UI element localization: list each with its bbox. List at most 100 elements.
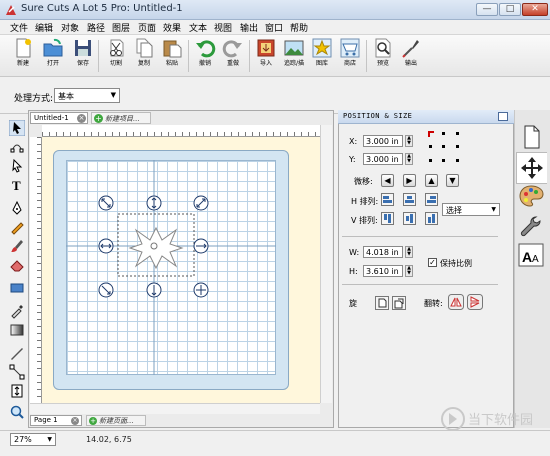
output-button[interactable]: 输出 — [398, 37, 424, 68]
align-right-icon[interactable] — [425, 193, 438, 206]
direct-select-icon[interactable] — [9, 158, 25, 174]
minimize-button[interactable]: — — [476, 3, 498, 16]
y-position-field[interactable]: 3.000 in — [363, 153, 403, 165]
document-tab[interactable]: Untitled-1 × — [30, 112, 88, 124]
rotate-handle-icon[interactable] — [98, 282, 114, 298]
scale-vertical-handle-icon[interactable] — [146, 195, 162, 211]
align-top-icon[interactable] — [381, 212, 394, 225]
redo-button[interactable]: 重做 — [220, 37, 246, 68]
scale-horizontal-handle-icon[interactable] — [193, 238, 209, 254]
flip-horizontal-icon[interactable] — [448, 294, 464, 310]
menu-view[interactable]: 视图 — [214, 21, 232, 34]
rotate-right-icon[interactable] — [392, 296, 406, 310]
anchor-dot[interactable] — [456, 132, 459, 135]
move-handle-icon[interactable] — [193, 282, 209, 298]
close-window-button[interactable]: ✕ — [522, 3, 548, 16]
close-page-icon[interactable]: × — [71, 417, 79, 425]
maximize-button[interactable]: □ — [499, 3, 521, 16]
save-button[interactable]: 保存 — [70, 37, 96, 68]
redo-arrow-icon — [222, 40, 242, 58]
weld-tool-icon[interactable] — [9, 383, 25, 399]
scale-vertical-handle-icon[interactable] — [146, 282, 162, 298]
menu-edit[interactable]: 编辑 — [35, 21, 53, 34]
menu-object[interactable]: 对象 — [61, 21, 79, 34]
menu-file[interactable]: 文件 — [10, 21, 28, 34]
pencil-tool-icon[interactable] — [9, 219, 25, 235]
nudge-right-button[interactable]: ▶ — [403, 174, 416, 187]
width-spinner[interactable]: ▲ ▼ — [405, 246, 413, 258]
close-tab-icon[interactable]: × — [77, 114, 86, 123]
anchor-dot[interactable] — [429, 159, 432, 162]
menu-page[interactable]: 页面 — [138, 21, 156, 34]
width-field[interactable]: 4.018 in — [363, 246, 403, 258]
magnifier-icon — [375, 38, 391, 58]
align-left-icon[interactable] — [381, 193, 394, 206]
document-page-icon[interactable] — [516, 122, 546, 152]
page-tab[interactable]: Page 1 × — [30, 415, 82, 426]
y-spinner[interactable]: ▲ ▼ — [405, 153, 413, 165]
menu-path[interactable]: 路径 — [87, 21, 105, 34]
shape-tool-icon[interactable] — [9, 280, 25, 296]
output-label: 输出 — [404, 60, 417, 67]
vertical-scrollbar[interactable] — [320, 125, 332, 403]
align-bottom-icon[interactable] — [425, 212, 438, 225]
selection-overlay[interactable] — [66, 160, 276, 375]
new-button[interactable]: 新建 — [10, 37, 36, 68]
nudge-up-button[interactable]: ▲ — [425, 174, 438, 187]
cut-output-blade-icon — [402, 40, 419, 58]
rotate-left-icon[interactable] — [375, 296, 389, 310]
gradient-tool-icon[interactable] — [9, 322, 25, 338]
connect-nodes-icon[interactable] — [9, 364, 25, 380]
height-field[interactable]: 3.610 in — [363, 265, 403, 277]
select-pointer-icon[interactable] — [9, 120, 25, 136]
menu-window[interactable]: 窗口 — [265, 21, 283, 34]
align-middle-icon[interactable] — [403, 212, 416, 225]
scale-horizontal-handle-icon[interactable] — [98, 238, 114, 254]
node-edit-icon[interactable] — [9, 139, 25, 155]
new-page-tab[interactable]: + 新建页面... — [86, 415, 146, 426]
rotate-handle-icon[interactable] — [98, 195, 114, 211]
store-button[interactable]: 商店 — [337, 37, 363, 68]
detach-panel-icon[interactable] — [498, 112, 508, 121]
zoom-select[interactable]: 27% ▼ — [10, 433, 56, 446]
move-arrows-icon[interactable] — [516, 152, 547, 184]
align-target-select[interactable]: 选择 ▼ — [442, 203, 500, 216]
rotate-handle-icon[interactable] — [193, 195, 209, 211]
paste-button[interactable]: 粘贴 — [159, 37, 185, 68]
nudge-left-button[interactable]: ◀ — [381, 174, 394, 187]
x-position-field[interactable]: 3.000 in — [363, 135, 403, 147]
brush-tool-icon[interactable] — [9, 238, 25, 254]
anchor-selected-icon[interactable] — [428, 131, 434, 137]
horizontal-scrollbar[interactable] — [30, 403, 320, 414]
anchor-dot[interactable] — [442, 132, 445, 135]
menu-text[interactable]: 文本 — [189, 21, 207, 34]
nudge-down-button[interactable]: ▼ — [446, 174, 459, 187]
anchor-dot[interactable] — [456, 145, 459, 148]
zoom-tool-icon[interactable] — [9, 404, 25, 420]
align-center-icon[interactable] — [403, 193, 416, 206]
eraser-tool-icon[interactable] — [9, 257, 25, 273]
open-button[interactable]: 打开 — [40, 37, 66, 68]
x-spinner[interactable]: ▲ ▼ — [405, 135, 413, 147]
new-project-tab[interactable]: + 新建项目... — [91, 112, 151, 124]
pen-tool-icon[interactable] — [9, 200, 25, 216]
knife-tool-icon[interactable] — [9, 345, 25, 361]
menu-output[interactable]: 输出 — [240, 21, 258, 34]
reference-point-grid[interactable] — [428, 131, 460, 163]
flip-vertical-icon[interactable] — [467, 294, 483, 310]
mode-select[interactable]: 基本 ▼ — [54, 88, 120, 103]
menu-help[interactable]: 帮助 — [290, 21, 308, 34]
menu-effects[interactable]: 效果 — [163, 21, 181, 34]
keep-ratio-checkbox[interactable]: ✓ — [428, 258, 437, 267]
eyedropper-icon[interactable] — [9, 303, 25, 319]
anchor-dot[interactable] — [442, 159, 445, 162]
anchor-dot[interactable] — [456, 159, 459, 162]
menu-layer[interactable]: 图层 — [112, 21, 130, 34]
color-palette-icon[interactable] — [516, 182, 546, 212]
height-spinner[interactable]: ▲ ▼ — [405, 265, 413, 277]
anchor-dot[interactable] — [429, 145, 432, 148]
wrench-icon[interactable] — [516, 212, 546, 242]
anchor-dot[interactable] — [442, 145, 445, 148]
font-size-icon[interactable]: AA — [516, 240, 546, 270]
text-tool-icon[interactable]: T — [9, 177, 25, 193]
